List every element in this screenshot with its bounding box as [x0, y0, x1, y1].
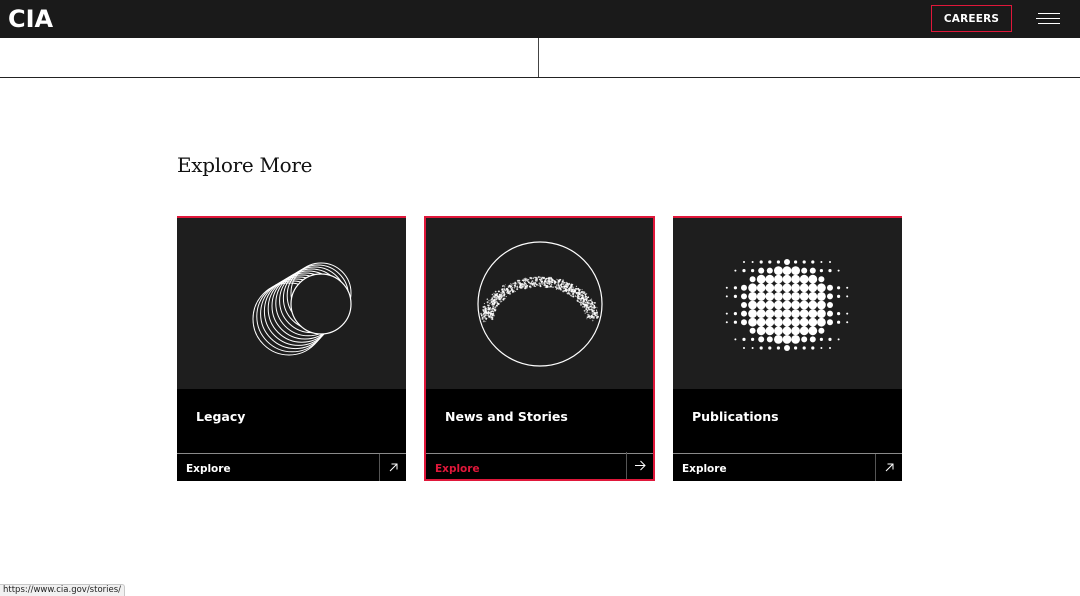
hamburger-menu-icon[interactable] [1034, 11, 1060, 27]
arrow-up-right-icon[interactable] [875, 454, 902, 481]
arrow-up-right-icon[interactable] [379, 454, 406, 481]
card-title: News and Stories [445, 409, 568, 424]
explore-link[interactable]: Explore [682, 463, 727, 475]
card-divider [177, 453, 406, 454]
section-heading: Explore More [177, 153, 313, 177]
arrow-right-icon[interactable] [626, 452, 653, 479]
eclipse-crescent-graphic [426, 218, 653, 389]
card-divider [426, 453, 653, 454]
card-publications[interactable]: Publications Explore [673, 216, 902, 481]
status-bar-url: https://www.cia.gov/stories/ [0, 584, 126, 596]
careers-button[interactable]: CAREERS [931, 5, 1012, 32]
card-legacy[interactable]: Legacy Explore [177, 216, 406, 481]
explore-link[interactable]: Explore [435, 463, 480, 475]
cia-logo[interactable]: CIA [8, 5, 53, 33]
top-navigation-bar: CIA CAREERS [0, 0, 1080, 38]
card-title: Legacy [196, 409, 246, 424]
overlapping-circles-graphic [177, 218, 406, 389]
card-news-and-stories[interactable]: News and Stories Explore [424, 216, 655, 481]
strip-divider [538, 38, 539, 77]
sub-header-strip [0, 38, 1080, 78]
card-title: Publications [692, 409, 779, 424]
halftone-dots-graphic [673, 218, 902, 389]
card-divider [673, 453, 902, 454]
explore-link[interactable]: Explore [186, 463, 231, 475]
